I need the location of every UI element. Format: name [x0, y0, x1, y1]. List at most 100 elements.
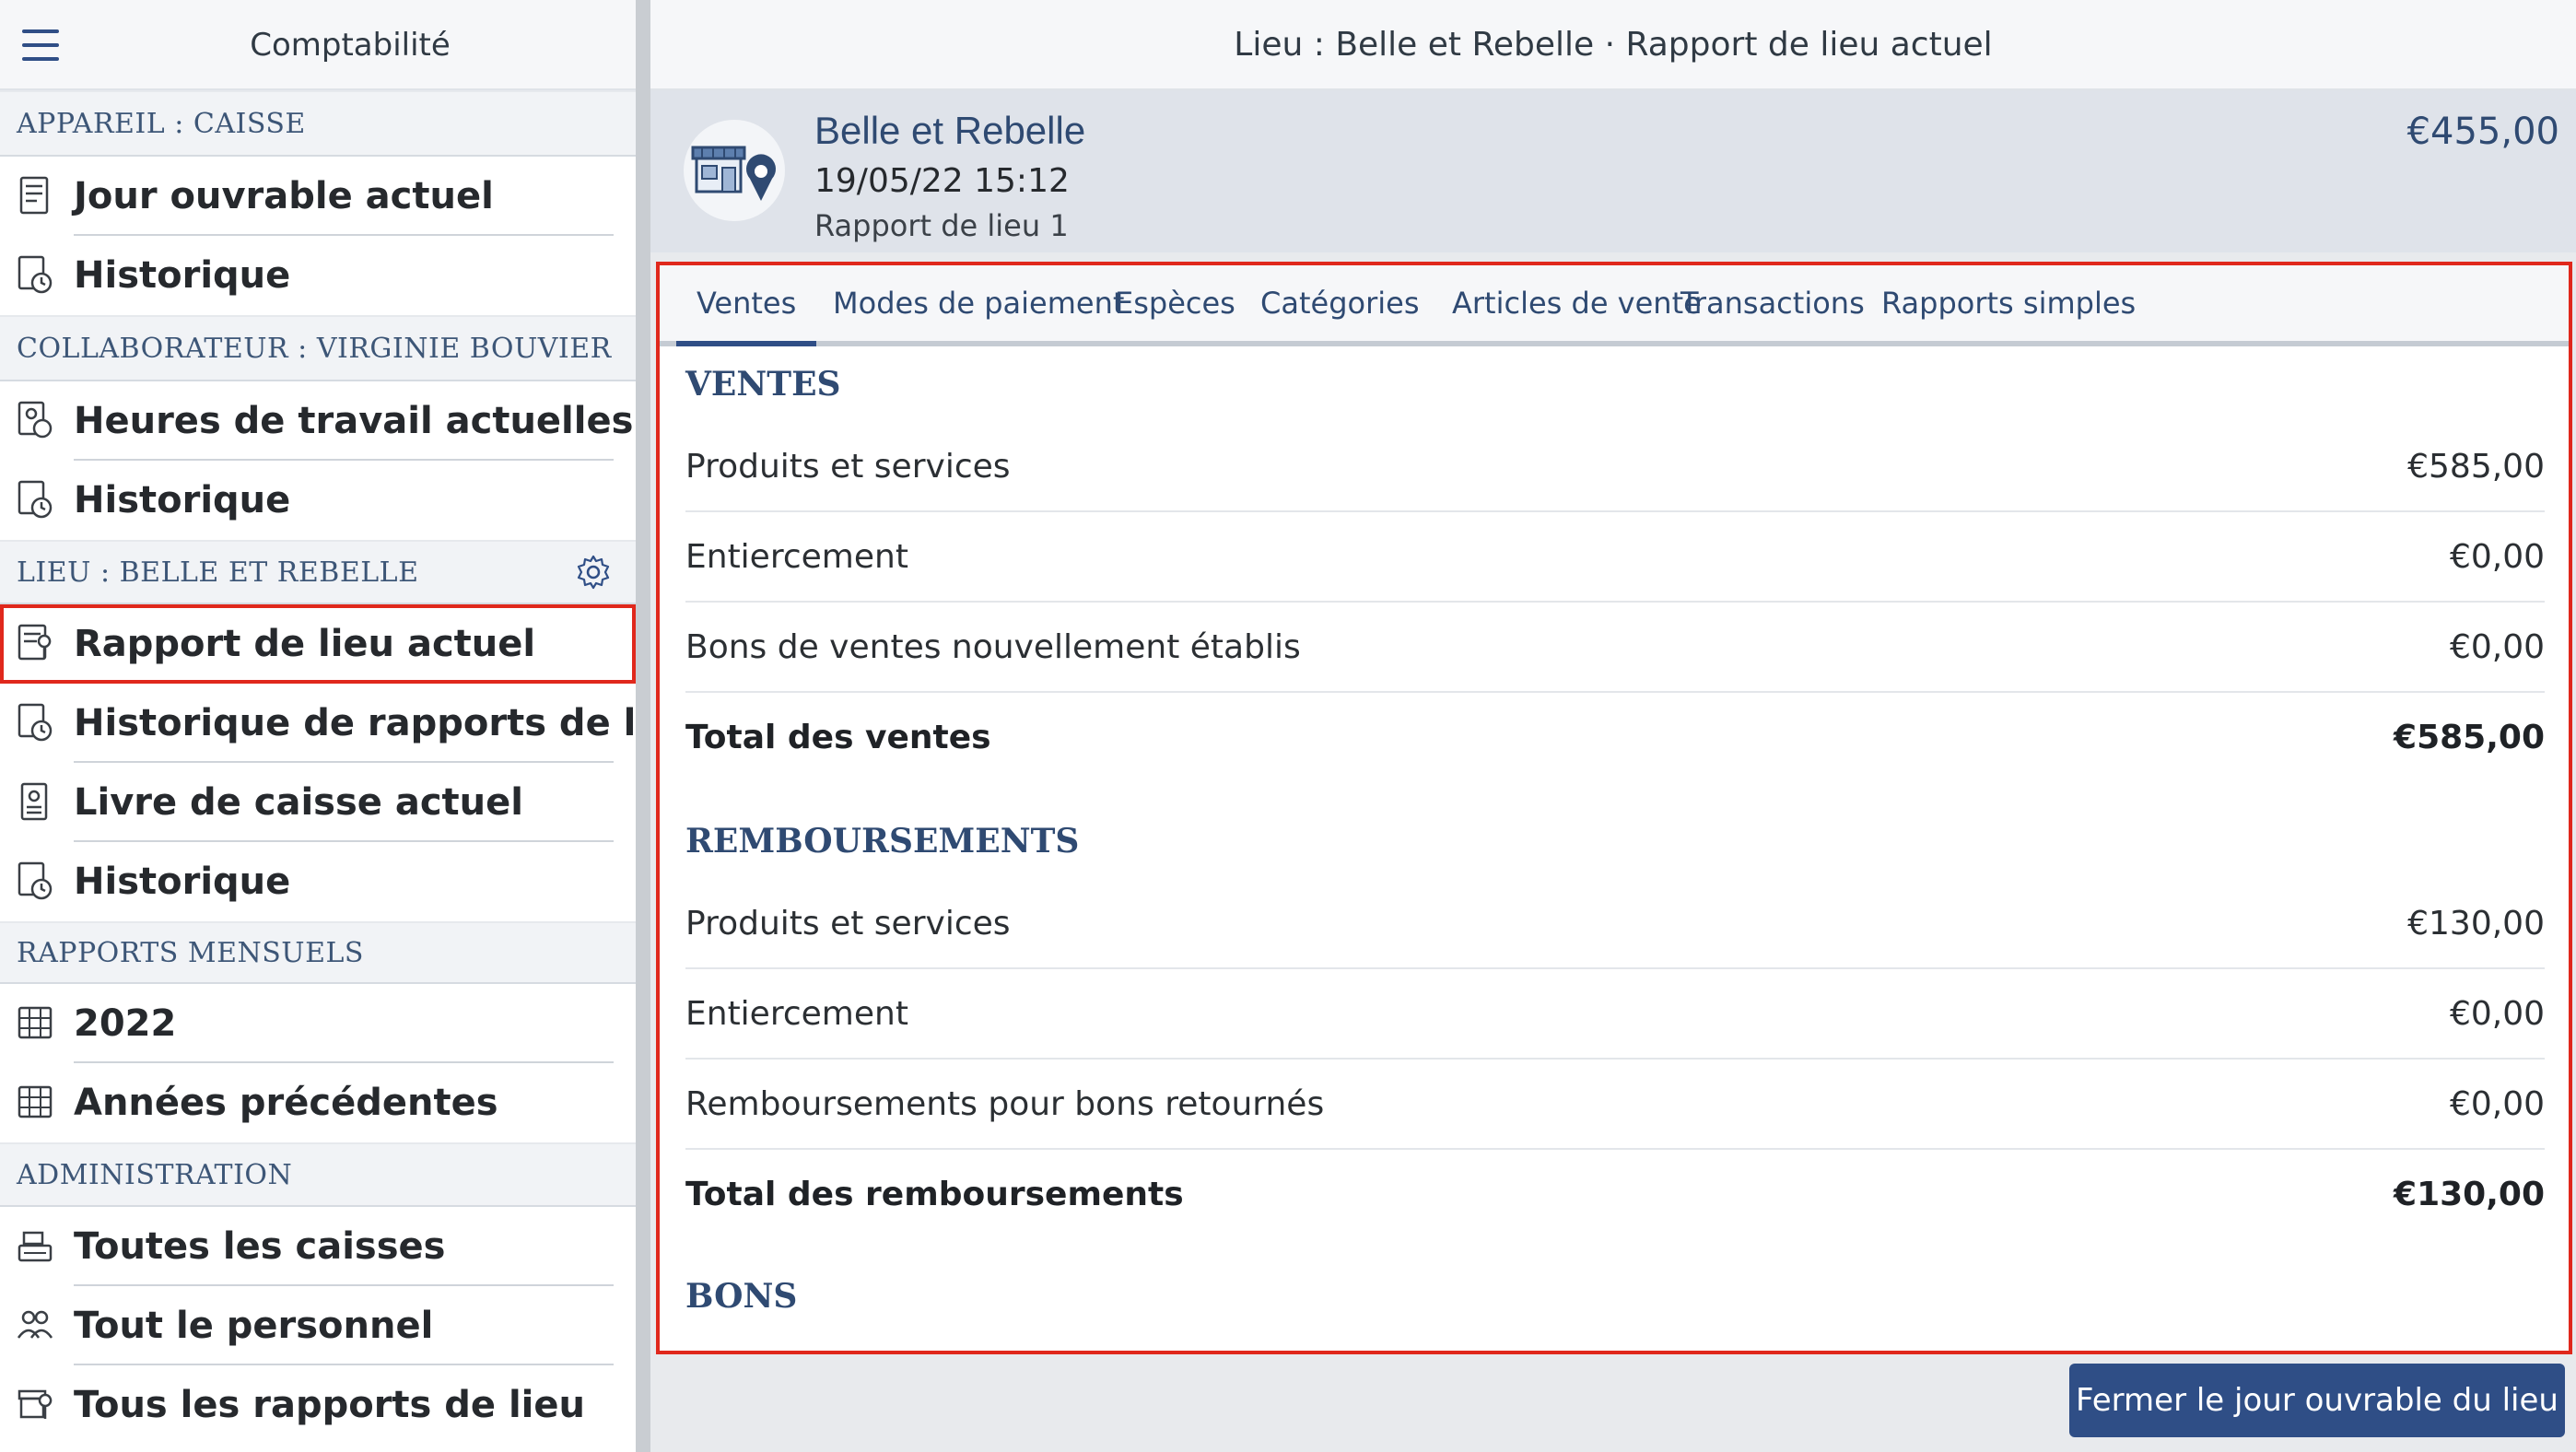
sidebar-item-current-venue-report[interactable]: Rapport de lieu actuel: [0, 604, 636, 684]
sidebar-item-label: Tous les rapports de lieu: [74, 1384, 585, 1426]
group-title-sales: VENTES: [685, 365, 841, 404]
report-tabs: Ventes Modes de paiement Espèces Catégor…: [660, 265, 2569, 346]
row-label: Total des ventes: [685, 719, 991, 756]
row-label: Entiercement: [685, 538, 908, 576]
tab-transactions[interactable]: Transactions: [1680, 265, 1865, 341]
section-title: APPAREIL : CAISSE: [17, 107, 306, 140]
row-label: Produits et services: [685, 905, 1011, 943]
sidebar-item-label: Rapport de lieu actuel: [74, 623, 536, 665]
main-content: Lieu : Belle et Rebelle · Rapport de lie…: [650, 0, 2576, 1452]
sidebar-item-label: Heures de travail actuelles: [74, 400, 634, 442]
report-datetime: 19/05/22 15:12: [814, 162, 1070, 200]
table-row: Entiercement €0,00: [685, 512, 2545, 603]
hamburger-menu-icon[interactable]: [18, 28, 63, 63]
sidebar-item-all-staff[interactable]: Tout le personnel: [0, 1286, 636, 1365]
tab-categories[interactable]: Catégories: [1260, 265, 1419, 341]
report-name: Rapport de lieu 1: [814, 208, 1069, 243]
cash-book-icon: [20, 782, 48, 821]
sidebar-item-all-registers[interactable]: Toutes les caisses: [0, 1207, 636, 1286]
row-label: Bons de ventes nouvellement établis: [685, 628, 1301, 666]
work-hours-icon: [18, 401, 53, 439]
sidebar-item-collaborator-history[interactable]: Historique: [0, 461, 636, 540]
table-row: Produits et services €130,00: [685, 879, 2545, 969]
page-title: Lieu : Belle et Rebelle · Rapport de lie…: [650, 0, 2576, 90]
tab-sales[interactable]: Ventes: [676, 265, 817, 346]
store-location-icon: [684, 120, 785, 221]
section-header-administration: ADMINISTRATION: [0, 1142, 636, 1207]
section-header-collaborator: COLLABORATEUR : VIRGINIE BOUVIER: [0, 315, 636, 381]
sidebar-item-venue-report-history[interactable]: Historique de rapports de lieu: [0, 684, 636, 763]
sidebar-item-label: Historique: [74, 254, 291, 297]
section-header-monthly-reports: RAPPORTS MENSUELS: [0, 921, 636, 984]
people-icon: [17, 1310, 53, 1339]
gear-icon[interactable]: [575, 554, 612, 591]
group-title-refunds: REMBOURSEMENTS: [685, 822, 1080, 861]
tab-simple-reports[interactable]: Rapports simples: [1881, 265, 2136, 341]
sidebar-item-label: Livre de caisse actuel: [74, 781, 523, 824]
sidebar-item-current-workday[interactable]: Jour ouvrable actuel: [0, 157, 636, 236]
venue-total-amount: €455,00: [2406, 111, 2559, 153]
history-icon: [18, 480, 53, 519]
sidebar-item-label: Historique de rapports de lieu: [74, 702, 636, 744]
sidebar-item-label: Toutes les caisses: [74, 1225, 446, 1268]
sidebar-item-previous-years[interactable]: Années précédentes: [0, 1063, 636, 1142]
tab-sale-items[interactable]: Articles de vente: [1452, 265, 1702, 341]
sidebar-item-label: Jour ouvrable actuel: [74, 175, 494, 217]
close-workday-button[interactable]: Fermer le jour ouvrable du lieu: [2069, 1364, 2565, 1437]
row-label: Total des remboursements: [685, 1176, 1184, 1213]
panel-divider[interactable]: [636, 0, 650, 1452]
row-value: €0,00: [2449, 995, 2545, 1033]
venue-report-icon: [18, 624, 52, 661]
row-value: €585,00: [2394, 719, 2545, 756]
report-panel: Ventes Modes de paiement Espèces Catégor…: [656, 262, 2572, 1354]
sidebar-item-label: 2022: [74, 1002, 177, 1045]
sidebar-item-year-2022[interactable]: 2022: [0, 984, 636, 1063]
row-value: €0,00: [2449, 538, 2545, 576]
table-row: Entiercement €0,00: [685, 969, 2545, 1060]
venue-summary-card: Belle et Rebelle 19/05/22 15:12 Rapport …: [650, 90, 2576, 252]
sidebar-item-label: Tout le personnel: [74, 1305, 434, 1347]
sidebar-item-label: Historique: [74, 861, 291, 903]
sidebar-item-device-history[interactable]: Historique: [0, 236, 636, 315]
row-label: Produits et services: [685, 448, 1011, 486]
sidebar-item-label: Années précédentes: [74, 1082, 498, 1124]
table-row: Produits et services €585,00: [685, 422, 2545, 512]
calendar-icon: [18, 1006, 53, 1039]
history-icon: [18, 703, 53, 742]
section-title: RAPPORTS MENSUELS: [17, 936, 364, 969]
sidebar-item-current-cash-book[interactable]: Livre de caisse actuel: [0, 763, 636, 842]
sidebar-item-current-work-hours[interactable]: Heures de travail actuelles: [0, 381, 636, 461]
section-header-venue: LIEU : BELLE ET REBELLE: [0, 540, 636, 604]
store-location-icon: [18, 1389, 53, 1419]
row-value: €130,00: [2394, 1176, 2545, 1213]
section-title: COLLABORATEUR : VIRGINIE BOUVIER: [17, 332, 612, 365]
row-label: Remboursements pour bons retournés: [685, 1085, 1325, 1123]
group-title-vouchers: BONS: [685, 1277, 798, 1316]
sidebar-title: Comptabilité: [250, 27, 451, 64]
total-row: Total des remboursements €130,00: [685, 1150, 2545, 1240]
total-row: Total des ventes €585,00: [685, 693, 2545, 783]
sidebar-item-all-venue-reports[interactable]: Tous les rapports de lieu: [0, 1365, 636, 1445]
sidebar: Comptabilité APPAREIL : CAISSE Jour ouvr…: [0, 0, 636, 1452]
section-title: LIEU : BELLE ET REBELLE: [17, 556, 419, 589]
venue-name: Belle et Rebelle: [814, 109, 1086, 152]
row-value: €130,00: [2407, 905, 2545, 943]
sidebar-header: Comptabilité: [0, 0, 636, 90]
sidebar-item-cash-book-history[interactable]: Historique: [0, 842, 636, 921]
calendar-icon: [18, 1085, 53, 1118]
row-value: €0,00: [2449, 1085, 2545, 1123]
row-label: Entiercement: [685, 995, 908, 1033]
row-value: €585,00: [2407, 448, 2545, 486]
section-title: ADMINISTRATION: [17, 1158, 293, 1191]
table-row: Remboursements pour bons retournés €0,00: [685, 1060, 2545, 1150]
cash-register-icon: [18, 1231, 53, 1262]
history-icon: [18, 255, 53, 294]
row-value: €0,00: [2449, 628, 2545, 666]
receipt-icon: [19, 176, 49, 215]
tab-payment-methods[interactable]: Modes de paiement: [833, 265, 1124, 341]
section-header-device: APPAREIL : CAISSE: [0, 90, 636, 157]
history-icon: [18, 861, 53, 900]
sidebar-item-label: Historique: [74, 479, 291, 521]
tab-cash[interactable]: Espèces: [1115, 265, 1235, 341]
table-row: Bons de ventes nouvellement établis €0,0…: [685, 603, 2545, 693]
